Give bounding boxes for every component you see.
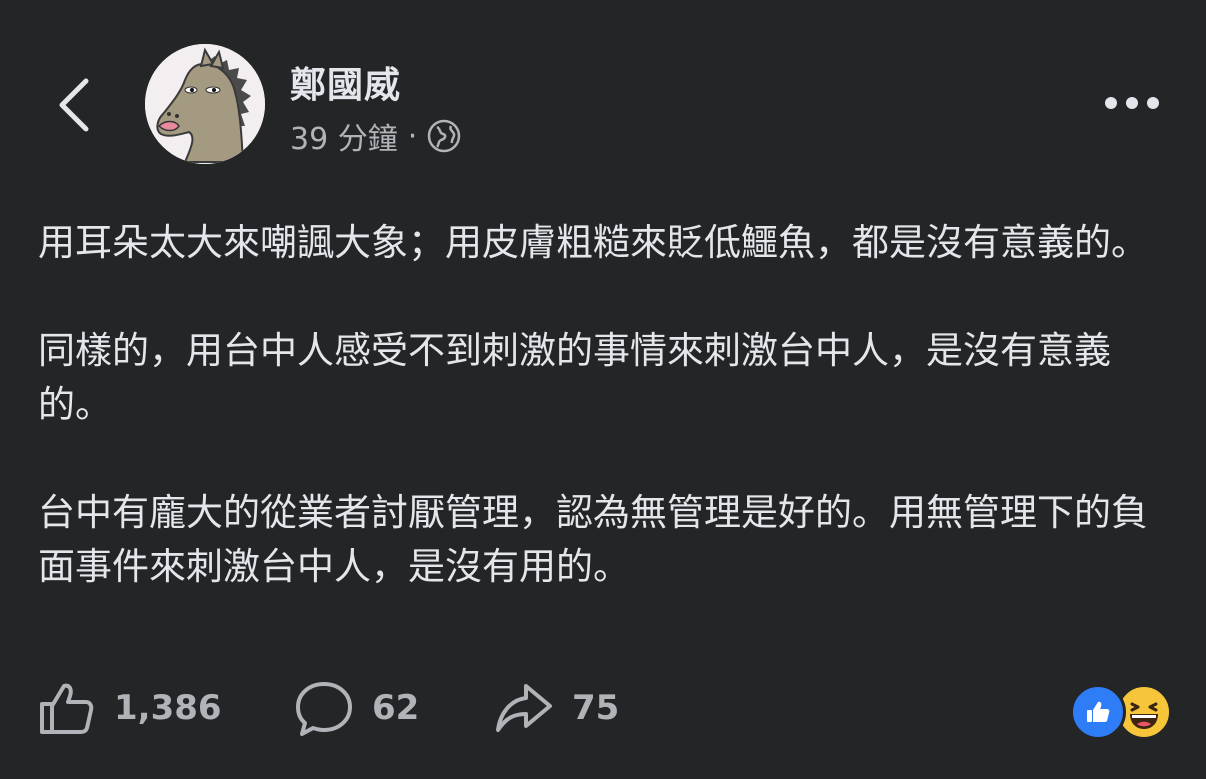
globe-icon [427, 119, 461, 153]
post-paragraph: 台中有龐大的從業者討厭管理，認為無管理是好的。用無管理下的負面事件來刺激台中人，… [38, 491, 1148, 588]
chevron-left-icon [59, 78, 89, 132]
post-paragraph: 用耳朵太大來嘲諷大象；用皮膚粗糙來貶低鱷魚，都是沒有意義的。 [38, 221, 1148, 264]
post-body: 用耳朵太大來嘲諷大象；用皮膚粗糙來貶低鱷魚，都是沒有意義的。 同樣的，用台中人感… [38, 216, 1168, 594]
post-meta: 39 分鐘 · [290, 114, 461, 158]
meta-separator: · [407, 118, 418, 154]
avatar[interactable] [145, 44, 265, 164]
horse-avatar-image [145, 44, 265, 164]
back-button[interactable] [44, 70, 104, 140]
comment-bubble-icon [296, 682, 352, 736]
action-bar: 1,386 62 75 [36, 676, 619, 740]
like-count: 1,386 [114, 688, 222, 728]
author-name[interactable]: 鄭國威 [290, 56, 401, 108]
like-button[interactable]: 1,386 [36, 678, 294, 738]
comment-count: 62 [372, 688, 420, 728]
post-time[interactable]: 39 分鐘 [290, 114, 398, 158]
post-paragraph: 同樣的，用台中人感受不到刺激的事情來刺激台中人，是沒有意義的。 [38, 329, 1111, 426]
share-arrow-icon [496, 684, 552, 732]
share-count: 75 [572, 688, 620, 728]
share-button[interactable]: 75 [494, 678, 619, 738]
more-options-button[interactable] [1102, 88, 1162, 118]
thumbs-up-icon [40, 683, 94, 734]
reaction-summary[interactable] [1070, 684, 1172, 740]
more-horizontal-icon [1105, 97, 1159, 109]
like-reaction-icon [1070, 684, 1126, 740]
comment-button[interactable]: 62 [294, 678, 494, 738]
